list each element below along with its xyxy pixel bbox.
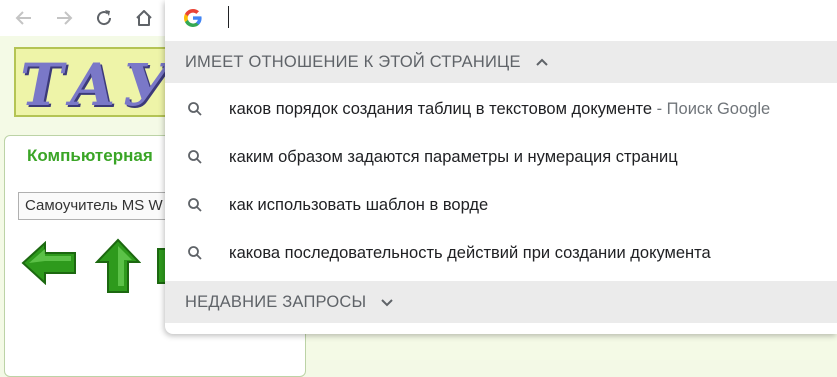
suggestion-item[interactable]: каким образом задаются параметры и нумер… [165, 133, 837, 181]
suggestion-text: какова последовательность действий при с… [229, 243, 711, 262]
site-logo: ТАУ [20, 51, 176, 117]
search-icon [188, 246, 202, 260]
suggestion-item[interactable]: каков порядок создания таблиц в текстово… [165, 85, 837, 133]
related-section-label: ИМЕЕТ ОТНОШЕНИЕ К ЭТОЙ СТРАНИЦЕ [185, 52, 521, 71]
text-caret [228, 6, 229, 28]
prev-page-button[interactable] [21, 240, 79, 290]
chevron-down-icon[interactable] [380, 297, 394, 307]
home-button[interactable] [130, 4, 158, 32]
back-button[interactable] [10, 4, 38, 32]
suggestion-separator: - [652, 99, 667, 118]
suggestion-item[interactable]: какова последовательность действий при с… [165, 229, 837, 277]
suggestion-item[interactable]: как использовать шаблон в ворде [165, 181, 837, 229]
reload-button[interactable] [90, 4, 118, 32]
recent-section-header[interactable]: НЕДАВНИЕ ЗАПРОСЫ [165, 281, 837, 323]
left-arrow-icon [21, 240, 76, 286]
reload-icon [97, 10, 112, 26]
home-icon [136, 10, 152, 26]
search-icon [188, 102, 202, 116]
forward-button[interactable] [50, 4, 78, 32]
search-icon [188, 198, 202, 212]
suggestion-text: каким образом задаются параметры и нумер… [229, 147, 678, 166]
forward-arrow-icon [57, 11, 73, 25]
suggestion-text: каков порядок создания таблиц в текстово… [229, 99, 771, 118]
up-button[interactable] [94, 238, 142, 299]
suggestion-source: Поиск Google [666, 99, 771, 118]
address-bar[interactable] [165, 0, 837, 36]
recent-section-label: НЕДАВНИЕ ЗАПРОСЫ [185, 292, 367, 311]
related-section-header[interactable]: ИМЕЕТ ОТНОШЕНИЕ К ЭТОЙ СТРАНИЦЕ [165, 41, 837, 83]
back-arrow-icon [15, 11, 31, 25]
google-icon [184, 9, 202, 27]
chevron-up-icon[interactable] [535, 57, 549, 67]
suggestion-text: как использовать шаблон в ворде [229, 195, 489, 214]
omnibox-dropdown: ИМЕЕТ ОТНОШЕНИЕ К ЭТОЙ СТРАНИЦЕ каков по… [165, 0, 837, 334]
panel-title: Компьютерная [27, 146, 153, 165]
up-arrow-icon [94, 238, 142, 293]
search-icon [188, 150, 202, 164]
